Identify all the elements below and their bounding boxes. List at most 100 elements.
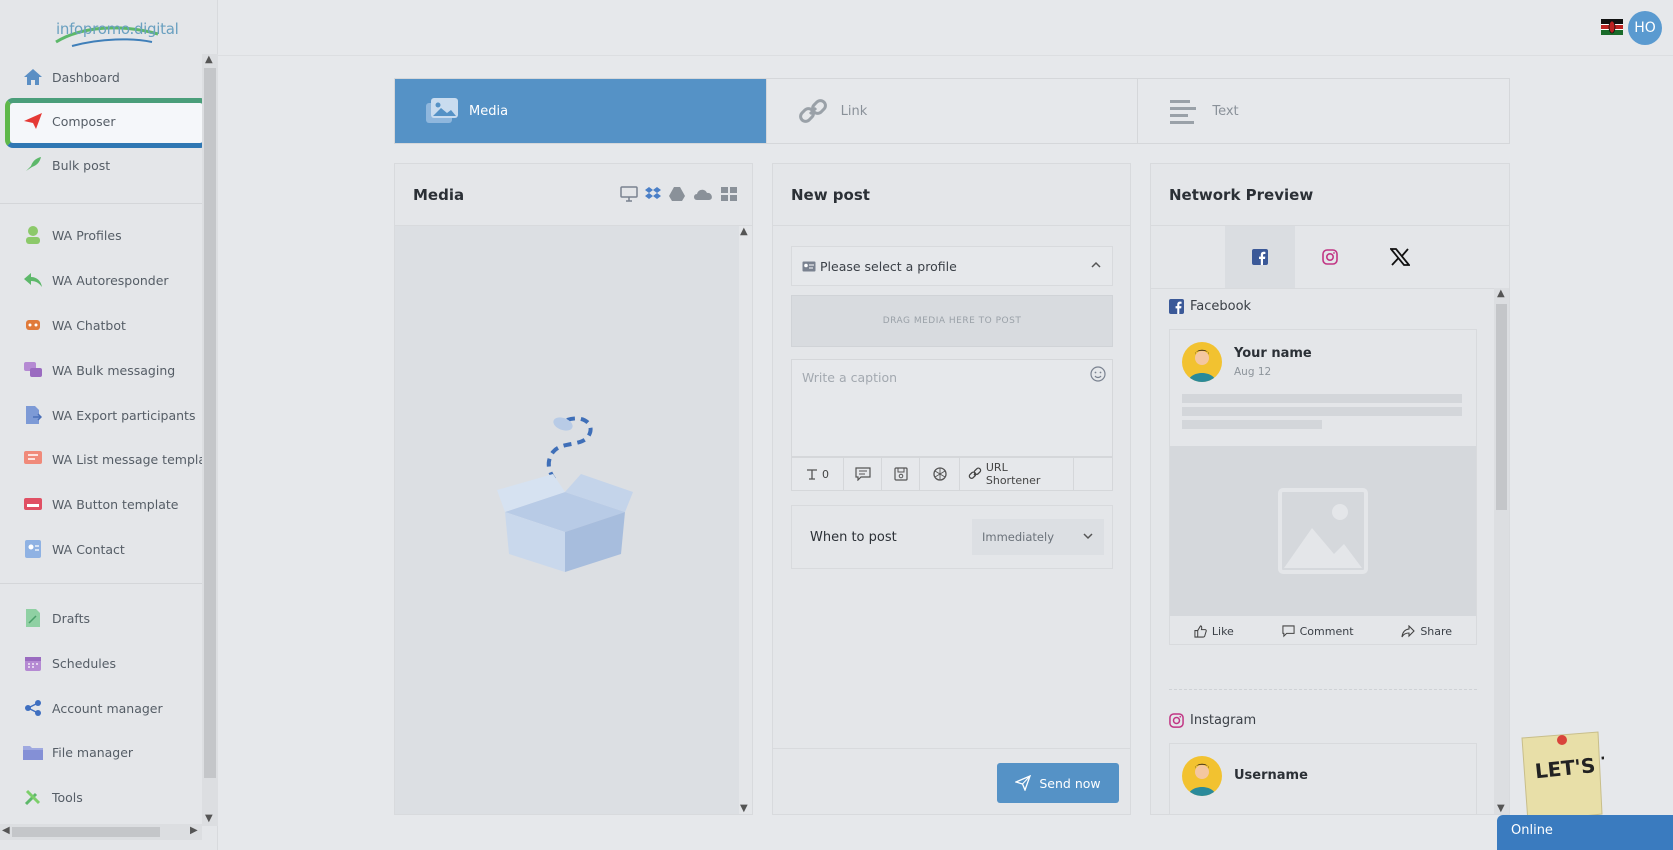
scroll-right-icon[interactable]: ▶ xyxy=(190,825,198,836)
sidebar-item-wa-bulk-messaging[interactable]: WA Bulk messaging xyxy=(22,355,175,385)
sidebar-item-drafts[interactable]: Drafts xyxy=(22,603,90,633)
sidebar-vertical-scrollbar[interactable]: ▲ ▼ xyxy=(202,54,218,826)
network-tab-facebook[interactable] xyxy=(1225,226,1295,288)
logo-text: infopromo.digital xyxy=(56,20,179,38)
scrollbar-thumb[interactable] xyxy=(204,68,216,778)
online-chat-widget[interactable]: Online xyxy=(1497,815,1673,850)
scroll-down-icon[interactable]: ▼ xyxy=(205,813,213,824)
media-library-area[interactable] xyxy=(395,226,739,814)
comment-button[interactable]: Comment xyxy=(1282,625,1354,638)
sidebar-item-bulk-post[interactable]: Bulk post xyxy=(22,150,110,180)
emoji-icon[interactable] xyxy=(1090,366,1106,382)
google-drive-icon[interactable] xyxy=(668,186,686,202)
sidebar-item-label: WA Button template xyxy=(52,496,179,512)
tab-media[interactable]: Media xyxy=(395,79,767,143)
text-skeleton xyxy=(1182,394,1462,403)
empty-box-icon xyxy=(497,416,633,572)
sidebar-item-wa-list-message-template[interactable]: WA List message template xyxy=(22,444,219,474)
instagram-icon xyxy=(1169,713,1184,728)
network-tab-instagram[interactable] xyxy=(1295,226,1365,288)
avatar xyxy=(1182,342,1222,382)
sidebar-item-label: Tools xyxy=(52,789,83,805)
comment-icon xyxy=(1282,624,1295,637)
preview-scrollbar[interactable]: ▲ ▼ xyxy=(1494,288,1509,814)
sidebar-item-wa-export-participants[interactable]: WA Export participants xyxy=(22,400,195,430)
share-button[interactable]: Share xyxy=(1401,624,1453,638)
scroll-left-icon[interactable]: ◀ xyxy=(2,825,10,836)
sidebar-item-wa-contact[interactable]: WA Contact xyxy=(22,534,125,564)
post-actions: Like Comment Share xyxy=(1170,616,1476,646)
like-label: Like xyxy=(1211,624,1234,638)
sidebar-item-schedules[interactable]: Schedules xyxy=(22,648,116,678)
scroll-up-icon[interactable]: ▲ xyxy=(740,226,748,237)
sidebar-item-label: Schedules xyxy=(52,655,116,671)
save-draft-button[interactable] xyxy=(882,458,920,490)
panel-title: Media xyxy=(413,185,465,204)
when-to-post-value: Immediately xyxy=(982,530,1054,544)
media-scrollbar[interactable]: ▲ ▼ xyxy=(737,226,752,814)
scrollbar-thumb[interactable] xyxy=(12,827,160,837)
post-type-tabs: Media Link Text xyxy=(394,78,1510,144)
sidebar-item-dashboard[interactable]: Dashboard xyxy=(22,62,120,92)
like-button[interactable]: Like xyxy=(1194,625,1234,638)
logo[interactable]: infopromo.digital xyxy=(52,10,179,48)
dropbox-icon[interactable] xyxy=(644,186,662,202)
preview-name: Your name xyxy=(1234,346,1312,361)
sidebar-horizontal-scrollbar[interactable]: ◀ ▶ xyxy=(0,824,202,840)
caption-input[interactable]: Write a caption xyxy=(791,359,1113,457)
when-to-post-select[interactable]: Immediately xyxy=(972,519,1104,555)
scroll-up-icon[interactable]: ▲ xyxy=(205,54,213,65)
share-label: Share xyxy=(1420,624,1453,638)
panel-title: New post xyxy=(791,185,870,204)
sidebar-item-wa-autoresponder[interactable]: WA Autoresponder xyxy=(22,265,169,295)
sidebar-item-tools[interactable]: Tools xyxy=(22,782,83,812)
lets-talk-note[interactable]: LET'S TALK! xyxy=(1518,730,1604,826)
instagram-post-preview: Username xyxy=(1169,743,1477,814)
images-icon xyxy=(425,95,461,127)
onedrive-icon[interactable] xyxy=(692,186,714,202)
scroll-down-icon[interactable]: ▼ xyxy=(1497,803,1505,814)
reply-icon xyxy=(22,269,44,291)
url-shortener-button[interactable]: URL Shortener xyxy=(960,458,1074,490)
comment-button[interactable] xyxy=(844,458,882,490)
network-tab-x[interactable] xyxy=(1365,226,1435,288)
sidebar-item-account-manager[interactable]: Account manager xyxy=(22,693,163,723)
chevron-down-icon xyxy=(1083,533,1093,540)
facebook-icon xyxy=(1252,249,1268,265)
scroll-down-icon[interactable]: ▼ xyxy=(740,803,748,814)
id-card-icon xyxy=(802,261,816,271)
kenya-flag-icon[interactable] xyxy=(1601,19,1623,35)
tab-text[interactable]: Text xyxy=(1138,79,1510,143)
ai-assistant-button[interactable] xyxy=(920,458,960,490)
folder-icon xyxy=(22,741,44,763)
chat-bubbles-icon xyxy=(22,359,44,381)
network-preview-panel: Network Preview Facebook Your name Aug 1… xyxy=(1150,163,1510,815)
sidebar-item-wa-chatbot[interactable]: WA Chatbot xyxy=(22,310,126,340)
scrollbar-thumb[interactable] xyxy=(1496,304,1507,510)
sidebar-item-wa-button-template[interactable]: WA Button template xyxy=(22,489,178,519)
comment-label: Comment xyxy=(1299,624,1354,638)
send-now-button[interactable]: Send now xyxy=(997,763,1119,803)
user-avatar[interactable]: HO xyxy=(1628,11,1662,45)
profile-select[interactable]: Please select a profile xyxy=(791,246,1113,286)
scroll-up-icon[interactable]: ▲ xyxy=(1497,288,1505,299)
tab-link[interactable]: Link xyxy=(766,79,1139,143)
pencil-file-icon xyxy=(22,607,44,629)
image-placeholder xyxy=(1170,446,1476,616)
dropzone-text: DRAG MEDIA HERE TO POST xyxy=(882,316,1022,326)
send-now-label: Send now xyxy=(1039,775,1101,791)
facebook-post-preview: Your name Aug 12 Like Comment Share xyxy=(1169,329,1477,645)
chevron-up-icon xyxy=(1091,261,1101,268)
grid-view-icon[interactable] xyxy=(720,186,738,202)
button-template-icon xyxy=(22,493,44,515)
sidebar-item-label: WA Export participants xyxy=(52,407,196,423)
sidebar-item-wa-profiles[interactable]: WA Profiles xyxy=(22,220,122,250)
sidebar-item-file-manager[interactable]: File manager xyxy=(22,737,133,767)
media-source-icons xyxy=(620,186,738,202)
computer-icon[interactable] xyxy=(620,186,638,202)
media-dropzone[interactable]: DRAG MEDIA HERE TO POST xyxy=(791,295,1113,347)
x-logo-icon xyxy=(1390,248,1410,266)
facebook-icon xyxy=(1169,299,1184,314)
image-placeholder-icon xyxy=(1278,488,1368,574)
sidebar-item-composer[interactable]: Composer xyxy=(22,106,115,136)
